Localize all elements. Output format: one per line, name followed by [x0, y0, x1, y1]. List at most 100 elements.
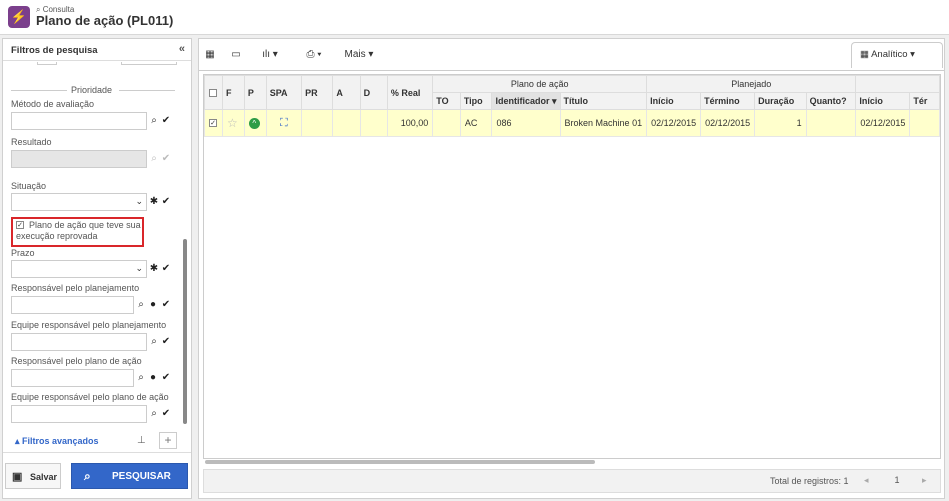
col-inicio-exec[interactable]: Início [855, 92, 911, 110]
clear-icon[interactable]: ✔ [160, 369, 172, 387]
prev-page-icon[interactable]: ◂ [864, 475, 869, 486]
cell-tipo: AC [459, 109, 493, 137]
stub-field-2 [121, 62, 177, 65]
cell-a [332, 109, 361, 137]
collapse-panel-icon[interactable]: « [179, 43, 185, 55]
favorite-star-icon[interactable]: ☆ [221, 109, 245, 137]
analytic-view-label: Analítico [871, 49, 908, 60]
total-records: Total de registros: 1 [770, 476, 849, 486]
card-view-icon[interactable]: ▭ [227, 43, 245, 65]
col-d[interactable]: D [359, 75, 388, 110]
equipe-plan-label: Equipe responsável pelo planejamento [11, 320, 167, 330]
group-planejado: Planejado [646, 75, 857, 93]
col-termino[interactable]: Término [700, 92, 756, 110]
situacao-select[interactable]: ⌄ [11, 193, 147, 211]
more-menu[interactable]: Mais ▾ [341, 43, 377, 65]
col-p[interactable]: P [243, 75, 267, 110]
prazo-select[interactable]: ⌄ [11, 260, 147, 278]
resp-plan-field[interactable] [11, 296, 134, 314]
asterisk-icon[interactable]: ✱ [148, 193, 160, 211]
search-icon[interactable]: ⌕ [148, 112, 160, 130]
app-logo-icon: ⚡ [8, 6, 30, 28]
clear-icon[interactable]: ✔ [160, 333, 172, 351]
advanced-filters-toggle[interactable]: ▴ Filtros avançados [15, 436, 99, 447]
filter-panel: Filtros de pesquisa « Prioridade Método … [2, 38, 192, 499]
save-button-label: Salvar [30, 472, 58, 482]
col-quanto[interactable]: Quanto? [805, 92, 857, 110]
cell-inicio-exec: 02/12/2015 [855, 109, 911, 137]
chart-icon[interactable]: ılı ▾ [255, 43, 285, 65]
checkbox[interactable] [209, 88, 217, 97]
save-button[interactable]: ▣ Salvar [5, 463, 61, 489]
caret-up-icon: ▴ [15, 436, 23, 446]
app-header: ⚡ ⌕ Consulta Plano de ação (PL011) [0, 0, 949, 35]
col-inicio[interactable]: Início [646, 92, 702, 110]
col-to[interactable]: TO [432, 92, 461, 110]
clear-icon[interactable]: ✔ [160, 405, 172, 423]
cell-duracao: 1 [754, 109, 807, 137]
advanced-filters-label[interactable]: Filtros avançados [22, 436, 99, 446]
resp-plano-field[interactable] [11, 369, 134, 387]
clear-icon[interactable]: ✔ [160, 193, 172, 211]
asterisk-icon[interactable]: ✱ [148, 260, 160, 278]
search-icon[interactable]: ⌕ [148, 405, 160, 423]
situacao-label: Situação [11, 181, 47, 191]
search-icon[interactable]: ⌕ [148, 333, 160, 351]
col-spa[interactable]: SPA [265, 75, 303, 110]
analytic-view-dropdown[interactable]: ▦ Analítico ▾ [851, 42, 943, 68]
col-titulo[interactable]: Título [559, 92, 648, 110]
spa-icon[interactable]: ⛶ [265, 109, 303, 137]
status-cell: ^ [243, 109, 267, 137]
page-number[interactable]: 1 [887, 475, 907, 485]
filter-scrollbar[interactable] [183, 239, 187, 424]
print-icon[interactable]: ⎙ ▾ [297, 43, 331, 65]
group-executado [855, 75, 940, 93]
prazo-label: Prazo [11, 248, 35, 258]
equipe-plan-field[interactable] [11, 333, 147, 351]
clear-icon[interactable]: ✔ [160, 296, 172, 314]
select-all-checkbox[interactable] [204, 75, 223, 110]
clear-icon[interactable]: ✔ [160, 112, 172, 130]
results-grid: F P SPA PR A D % Real Plano de ação Plan… [203, 74, 941, 459]
toolbar-divider [199, 70, 944, 71]
user-icon[interactable]: ● [147, 296, 159, 314]
cell-titulo: Broken Machine 01 [559, 109, 648, 137]
cell-inicio: 02/12/2015 [646, 109, 702, 137]
row-checkbox[interactable]: ✓ [209, 119, 217, 127]
horizontal-scrollbar[interactable] [205, 460, 595, 464]
col-tipo[interactable]: Tipo [459, 92, 493, 110]
search-icon[interactable]: ⌕ [135, 369, 147, 387]
equipe-plano-label: Equipe responsável pelo plano de ação [11, 392, 169, 402]
clear-icon[interactable]: ✔ [160, 260, 172, 278]
search-icon[interactable]: ⌕ [135, 296, 147, 314]
resp-plan-label: Responsável pelo planejamento [11, 283, 140, 293]
cell-pr [301, 109, 334, 137]
col-pr[interactable]: PR [301, 75, 334, 110]
broom-icon[interactable]: ⊥ [137, 435, 146, 446]
results-panel: ▦ ▭ ılı ▾ ⎙ ▾ Mais ▾ ▦ Analítico ▾ F P S… [198, 38, 945, 499]
section-priority-label: Prioridade [71, 85, 113, 95]
col-real[interactable]: % Real [386, 75, 434, 110]
cell-d [359, 109, 388, 137]
next-page-icon[interactable]: ▸ [922, 475, 927, 486]
row-checkbox-cell[interactable]: ✓ [204, 109, 223, 137]
col-f[interactable]: F [221, 75, 245, 110]
equipe-plano-field[interactable] [11, 405, 147, 423]
add-filter-button[interactable]: + [159, 432, 177, 449]
col-identificador[interactable]: Identificador ▾ [491, 92, 561, 110]
user-icon[interactable]: ● [147, 369, 159, 387]
col-duracao[interactable]: Duração [754, 92, 807, 110]
search-button[interactable]: ⌕ PESQUISAR [71, 463, 188, 489]
metodo-field[interactable] [11, 112, 147, 130]
stub-field-1 [37, 62, 57, 65]
col-termino-exec[interactable]: Tér [909, 92, 940, 110]
cell-termino: 02/12/2015 [700, 109, 756, 137]
more-menu-label: Mais [344, 49, 366, 60]
table-row[interactable]: ✓ ☆ ^ ⛶ 100,00 AC 086 Broken Machine 01 … [204, 109, 940, 137]
col-a[interactable]: A [332, 75, 361, 110]
search-icon: ⌕ [84, 469, 91, 483]
page-title: Plano de ação (PL011) [36, 13, 174, 28]
metodo-label: Método de avaliação [11, 99, 95, 109]
grid-view-icon[interactable]: ▦ [201, 43, 219, 65]
chevron-down-icon: ⌄ [135, 196, 143, 206]
